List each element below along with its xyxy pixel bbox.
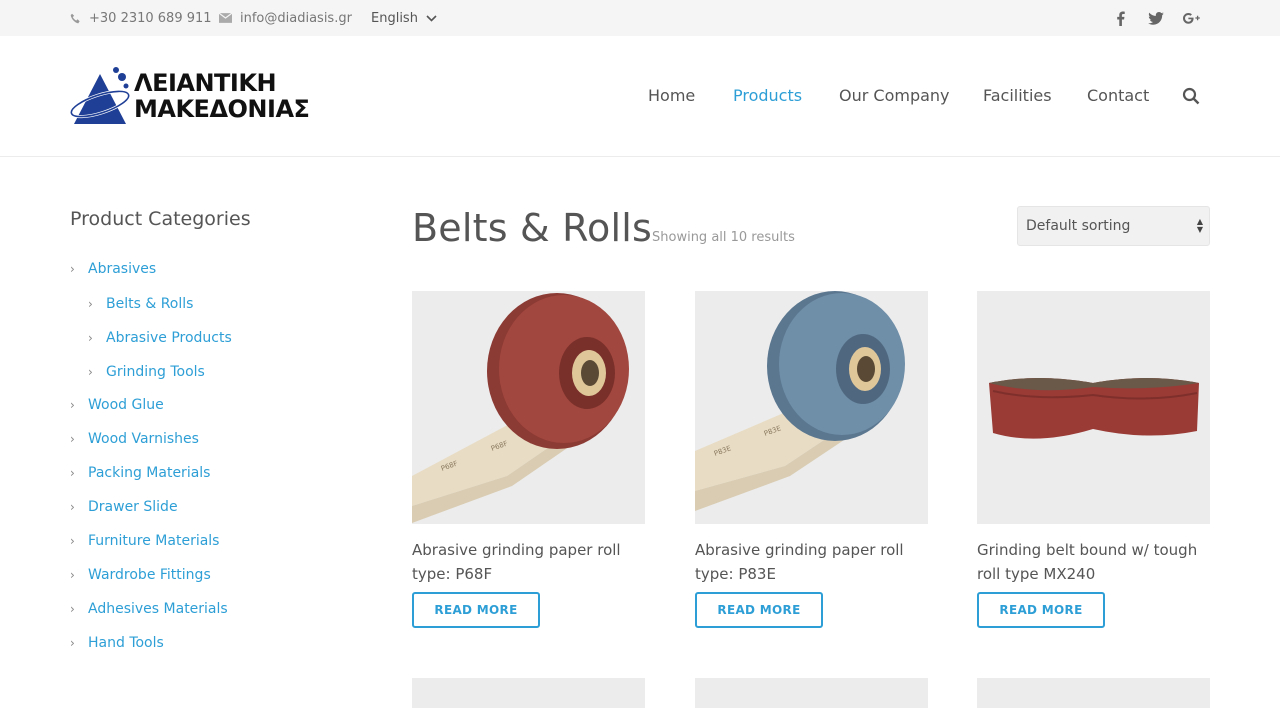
product-name[interactable]: Grinding belt bound w/ tough roll type M… [977, 538, 1217, 586]
product-name-line-2: type: P83E [695, 565, 776, 583]
logo-line-2: ΜΑΚΕΔΟΝΙΑΣ [134, 95, 310, 123]
search-button[interactable] [1182, 87, 1202, 107]
email-contact[interactable]: info@diadiasis.gr [219, 0, 352, 36]
chevron-right-icon: › [70, 398, 75, 412]
chevron-right-icon: › [88, 331, 93, 345]
red-abrasive-roll-image: P68F P68F [412, 291, 645, 524]
product-image-red-roll[interactable]: P68F P68F [412, 291, 645, 524]
category-belts-rolls[interactable]: › Belts & Rolls [88, 296, 193, 312]
category-wood-glue[interactable]: › Wood Glue [70, 397, 164, 413]
chevron-right-icon: › [70, 432, 75, 446]
category-label: Packing Materials [88, 465, 211, 481]
sort-selected-value: Default sorting [1026, 218, 1131, 234]
product-name-line-2: type: P68F [412, 565, 493, 583]
category-label: Furniture Materials [88, 533, 220, 549]
grinding-belt-image [977, 291, 1210, 524]
nav-facilities[interactable]: Facilities [983, 86, 1052, 105]
facebook-link[interactable] [1108, 0, 1132, 36]
site-logo[interactable]: ΛΕΙΑΝΤΙΚΗ ΜΑΚΕΔΟΝΙΑΣ [70, 66, 320, 130]
chevron-right-icon: › [88, 365, 93, 379]
chevron-right-icon: › [70, 262, 75, 276]
language-selector[interactable]: English [371, 0, 437, 36]
category-adhesives-materials[interactable]: › Adhesives Materials [70, 601, 228, 617]
category-label: Adhesives Materials [88, 601, 228, 617]
category-label: Abrasive Products [106, 330, 232, 346]
chevron-right-icon: › [70, 602, 75, 616]
select-arrows-icon: ▲ ▼ [1196, 217, 1203, 234]
result-count: Showing all 10 results [652, 230, 795, 245]
product-image-blue-roll[interactable]: P83E P83E [695, 291, 928, 524]
sidebar-title: Product Categories [70, 208, 251, 230]
product-image-grinding-belt[interactable] [977, 291, 1210, 524]
category-label: Wood Varnishes [88, 431, 199, 447]
nav-products[interactable]: Products [733, 86, 802, 105]
language-label: English [371, 10, 418, 26]
twitter-link[interactable] [1144, 0, 1168, 36]
product-image-row-2[interactable] [412, 678, 645, 708]
chevron-right-icon: › [88, 297, 93, 311]
category-packing-materials[interactable]: › Packing Materials [70, 465, 210, 481]
product-image-row-2[interactable] [977, 678, 1210, 708]
product-name-line-1: Abrasive grinding paper roll [695, 541, 904, 559]
product-name-line-1: Abrasive grinding paper roll [412, 541, 621, 559]
category-wardrobe-fittings[interactable]: › Wardrobe Fittings [70, 567, 211, 583]
blue-abrasive-roll-image: P83E P83E [695, 291, 928, 524]
email-address: info@diadiasis.gr [240, 10, 352, 26]
read-more-button[interactable]: READ MORE [412, 592, 540, 628]
read-more-button[interactable]: READ MORE [695, 592, 823, 628]
chevron-right-icon: › [70, 534, 75, 548]
page-title: Belts & Rolls [412, 206, 652, 250]
chevron-down-icon [426, 14, 437, 22]
category-hand-tools[interactable]: › Hand Tools [70, 635, 164, 651]
nav-our-company[interactable]: Our Company [839, 86, 950, 105]
category-label: Wood Glue [88, 397, 164, 413]
chevron-right-icon: › [70, 500, 75, 514]
category-grinding-tools[interactable]: › Grinding Tools [88, 364, 205, 380]
chevron-right-icon: › [70, 568, 75, 582]
nav-home[interactable]: Home [648, 86, 695, 105]
category-label: Drawer Slide [88, 499, 178, 515]
chevron-right-icon: › [70, 466, 75, 480]
category-label: Wardrobe Fittings [88, 567, 211, 583]
twitter-icon [1148, 11, 1164, 25]
product-name-line-1: Grinding belt bound w/ tough [977, 541, 1198, 559]
chevron-right-icon: › [70, 636, 75, 650]
category-label: Abrasives [88, 261, 157, 277]
category-wood-varnishes[interactable]: › Wood Varnishes [70, 431, 199, 447]
product-name[interactable]: Abrasive grinding paper roll type: P68F [412, 538, 652, 586]
category-label: Belts & Rolls [106, 296, 194, 312]
google-plus-icon [1182, 12, 1200, 24]
category-abrasives[interactable]: › Abrasives [70, 261, 156, 277]
phone-icon [70, 13, 80, 23]
envelope-icon [219, 13, 232, 23]
category-label: Grinding Tools [106, 364, 205, 380]
category-drawer-slide[interactable]: › Drawer Slide [70, 499, 178, 515]
category-label: Hand Tools [88, 635, 164, 651]
top-bar: +30 2310 689 911 info@diadiasis.gr Engli… [0, 0, 1280, 36]
google-plus-link[interactable] [1179, 0, 1203, 36]
phone-number: +30 2310 689 911 [89, 10, 212, 26]
site-header: ΛΕΙΑΝΤΙΚΗ ΜΑΚΕΔΟΝΙΑΣ Home Products Our C… [0, 36, 1280, 157]
logo-line-1: ΛΕΙΑΝΤΙΚΗ [134, 69, 277, 97]
logo-wordmark: ΛΕΙΑΝΤΙΚΗ ΜΑΚΕΔΟΝΙΑΣ [134, 69, 310, 123]
facebook-icon [1116, 10, 1125, 26]
read-more-button[interactable]: READ MORE [977, 592, 1105, 628]
category-abrasive-products[interactable]: › Abrasive Products [88, 330, 232, 346]
product-image-row-2[interactable] [695, 678, 928, 708]
category-furniture-materials[interactable]: › Furniture Materials [70, 533, 219, 549]
sort-select[interactable]: Default sorting ▲ ▼ [1017, 206, 1210, 246]
logo-mark [70, 67, 131, 124]
product-name[interactable]: Abrasive grinding paper roll type: P83E [695, 538, 935, 586]
product-name-line-2: roll type MX240 [977, 565, 1096, 583]
search-icon [1182, 87, 1200, 105]
phone-contact[interactable]: +30 2310 689 911 [70, 0, 212, 36]
nav-contact[interactable]: Contact [1087, 86, 1149, 105]
